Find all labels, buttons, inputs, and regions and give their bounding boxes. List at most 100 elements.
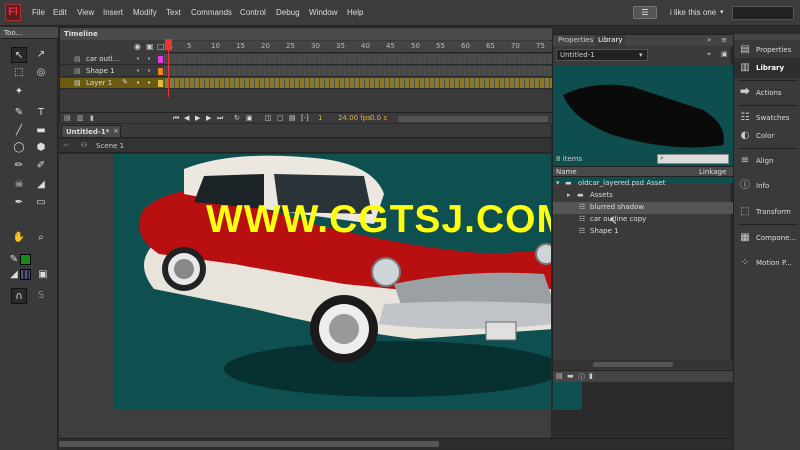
menu-modify[interactable]: Modify <box>133 8 157 17</box>
new-library-panel-icon[interactable]: ▣ <box>721 50 728 58</box>
brush-tool-icon[interactable]: ✐ <box>33 158 49 174</box>
stage-scrollbar[interactable] <box>59 438 729 448</box>
tab-properties[interactable]: Properties <box>555 35 596 46</box>
subselection-tool-icon[interactable]: ↗ <box>33 47 49 63</box>
pen-tool-icon[interactable]: ✎ <box>11 105 27 121</box>
play-icon[interactable]: ▶ <box>195 114 200 122</box>
dock-transform[interactable]: ⬚ Transform <box>734 202 800 222</box>
dock-components[interactable]: ▦ Compone... <box>734 228 800 248</box>
zoom-tool-icon[interactable]: ⌕ <box>33 230 49 246</box>
dock-properties[interactable]: ▤ Properties <box>734 40 800 60</box>
disclosure-open-icon[interactable]: ▾ <box>556 179 560 187</box>
car-image[interactable] <box>114 154 582 410</box>
dock-swatches[interactable]: ☷ Swatches <box>734 108 800 128</box>
bone-tool-icon[interactable]: ☠ <box>11 177 27 193</box>
menu-help[interactable]: Help <box>347 8 363 17</box>
snap-to-objects-icon[interactable]: ∩ <box>11 288 27 304</box>
smooth-icon[interactable]: S <box>33 288 49 304</box>
menu-insert[interactable]: Insert <box>103 8 123 17</box>
dock-info[interactable]: ⓘ Info <box>734 176 800 196</box>
close-icon[interactable]: × <box>113 127 119 135</box>
dot-icon[interactable]: • <box>136 79 140 87</box>
properties-icon[interactable]: ⓘ <box>578 372 585 382</box>
onion-outline-icon[interactable]: ▢ <box>277 114 284 122</box>
rectangle-tool-icon[interactable]: ▬ <box>33 123 49 139</box>
stage[interactable] <box>114 154 582 410</box>
collapse-icon[interactable]: » <box>707 36 711 44</box>
polystar-tool-icon[interactable]: ⬢ <box>33 140 49 156</box>
frame-rate[interactable]: 24.00 fps <box>338 114 371 122</box>
menu-view[interactable]: View <box>77 8 94 17</box>
hand-tool-icon[interactable]: ✋ <box>11 230 27 246</box>
menu-control[interactable]: Control <box>240 8 266 17</box>
menu-text[interactable]: Text <box>166 8 181 17</box>
modify-markers-icon[interactable]: [·] <box>301 114 309 122</box>
dot-icon[interactable]: • <box>147 67 151 75</box>
dot-icon[interactable]: • <box>136 67 140 75</box>
column-name[interactable]: Name <box>556 168 577 176</box>
eye-icon[interactable]: ◉ <box>134 42 141 51</box>
panel-menu-icon[interactable]: ≡ <box>721 36 727 44</box>
chevron-down-icon[interactable]: ▾ <box>720 8 724 16</box>
library-folder-row[interactable]: ▾ ▬ oldcar_layered.psd Asset <box>553 178 733 190</box>
dot-icon[interactable]: • <box>136 55 140 63</box>
menu-debug[interactable]: Debug <box>276 8 300 17</box>
pin-icon[interactable]: ⌖ <box>707 50 711 59</box>
scrollbar-thumb[interactable] <box>593 362 673 367</box>
new-folder-icon[interactable]: ▥ <box>77 114 84 122</box>
step-back-icon[interactable]: ◀ <box>184 114 189 122</box>
column-linkage[interactable]: Linkage <box>699 168 726 176</box>
library-symbol-row[interactable]: ☷ blurred shadow <box>553 202 733 214</box>
layer-row[interactable]: ▤ Shape 1 • • <box>60 66 164 77</box>
line-tool-icon[interactable]: ╱ <box>11 123 27 139</box>
timeline-tab[interactable]: Timeline <box>60 28 552 40</box>
step-forward-icon[interactable]: ▶ <box>206 114 211 122</box>
dock-color[interactable]: ◐ Color <box>734 126 800 146</box>
layer-row[interactable]: ▤ car outl... • • <box>60 54 164 65</box>
layer-frames[interactable] <box>164 66 552 77</box>
library-search-input[interactable]: ⌕ <box>657 154 729 164</box>
outline-color-swatch[interactable] <box>158 68 163 75</box>
go-to-last-frame-icon[interactable]: ⏭ <box>217 114 223 123</box>
workspace-label[interactable]: i like this one <box>670 8 716 17</box>
playhead-handle[interactable] <box>165 39 172 50</box>
edit-multiple-frames-icon[interactable]: ▤ <box>289 114 296 122</box>
timeline-scrollbar[interactable] <box>398 116 548 122</box>
outline-color-swatch[interactable] <box>158 56 163 63</box>
menu-commands[interactable]: Commands <box>191 8 232 17</box>
center-frame-icon[interactable]: ▣ <box>246 114 253 122</box>
oval-tool-icon[interactable]: ◯ <box>11 140 27 156</box>
go-to-first-frame-icon[interactable]: ⏮ <box>173 114 179 123</box>
layer-row-selected[interactable]: ▤ Layer 1 ✎ • • <box>60 78 164 89</box>
library-document-select[interactable]: Untitled-1 ▾ <box>556 49 648 61</box>
layer-frames[interactable] <box>164 78 552 89</box>
eyedropper-tool-icon[interactable]: ✒ <box>11 195 27 211</box>
new-folder-icon[interactable]: ▬ <box>567 372 574 380</box>
frame-ruler[interactable]: 1 5 10 15 20 25 30 35 40 45 50 55 60 65 … <box>164 41 552 53</box>
dot-icon[interactable]: • <box>147 79 151 87</box>
trash-icon[interactable]: ▮ <box>90 114 94 122</box>
library-symbol-row[interactable]: ☷ Shape 1 <box>553 226 733 238</box>
stroke-color-swatch[interactable] <box>20 254 31 265</box>
dock-align[interactable]: ≡ Align <box>734 151 800 171</box>
lock-icon[interactable]: ▣ <box>146 42 154 51</box>
workspace-switcher-button[interactable]: ☰ <box>633 6 657 19</box>
paint-bucket-tool-icon[interactable]: ◢ <box>33 177 49 193</box>
dock-library[interactable]: ▥ Library <box>734 58 800 78</box>
dock-motion-presets[interactable]: ⁘ Motion P... <box>734 253 800 273</box>
text-tool-icon[interactable]: T <box>33 105 49 121</box>
library-folder-row[interactable]: ▸ ▬ Assets <box>553 190 733 202</box>
trash-icon[interactable]: ▮ <box>589 372 593 380</box>
selection-tool-icon[interactable]: ↖ <box>11 47 27 63</box>
eraser-tool-icon[interactable]: ▭ <box>33 195 49 211</box>
help-search-input[interactable] <box>732 6 794 20</box>
free-transform-tool-icon[interactable]: ⬚ <box>11 65 27 81</box>
menu-edit[interactable]: Edit <box>53 8 67 17</box>
current-frame[interactable]: 1 <box>318 114 322 122</box>
dot-icon[interactable]: • <box>147 55 151 63</box>
disclosure-closed-icon[interactable]: ▸ <box>567 191 571 199</box>
document-tab[interactable]: Untitled-1* × <box>61 125 121 138</box>
layer-frames[interactable] <box>164 54 552 65</box>
outline-color-swatch[interactable] <box>158 80 163 87</box>
onion-skin-icon[interactable]: ◫ <box>265 114 272 122</box>
